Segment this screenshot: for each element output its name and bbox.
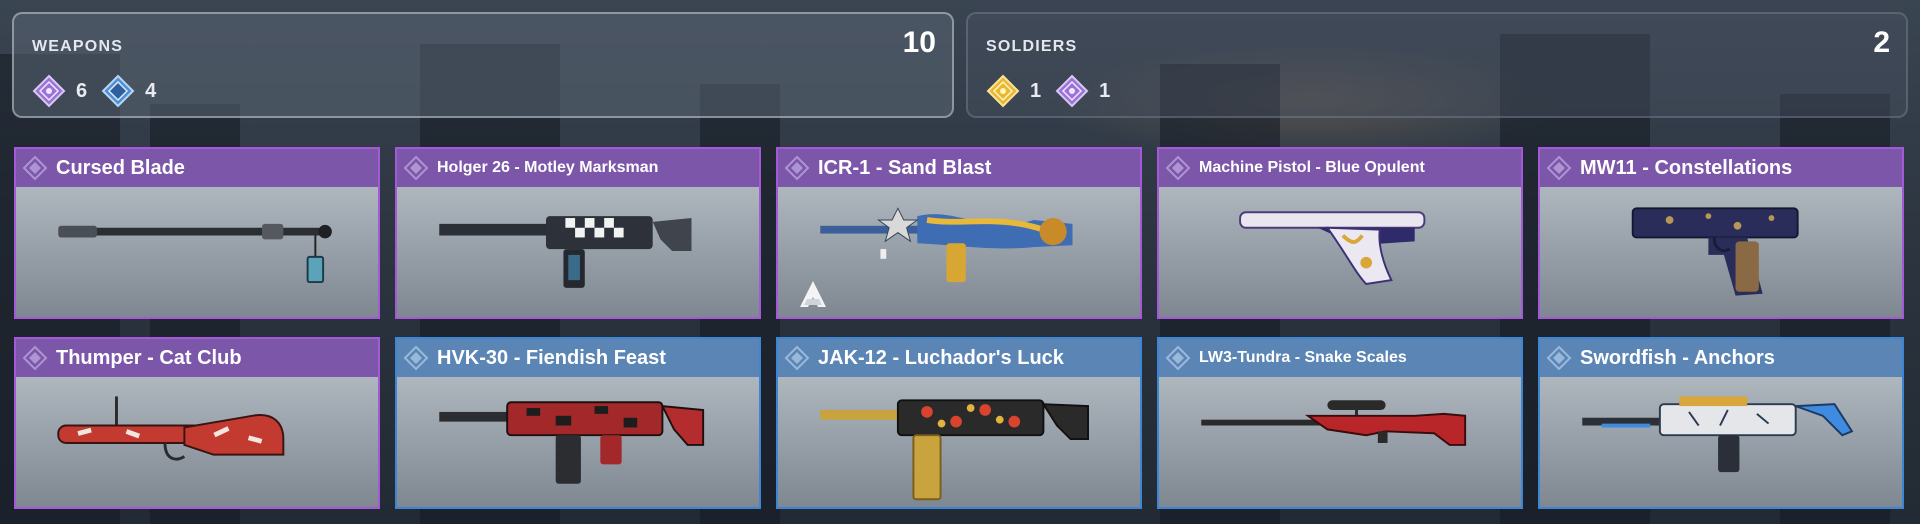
assault-rifle-icon (778, 187, 1140, 317)
weapon-name: Cursed Blade (56, 156, 185, 179)
weapon-card-header: Holger 26 - Motley Marksman (397, 149, 759, 187)
weapon-card[interactable]: Thumper - Cat Club (14, 337, 380, 509)
sniper-rifle-icon (1159, 377, 1521, 507)
rare-rarity-gem-icon (101, 74, 135, 108)
soldiers-summary-panel: SOLDIERS 2 1 1 (966, 12, 1908, 118)
pistol-icon (1540, 187, 1902, 317)
weapons-epic-count-value: 6 (76, 79, 88, 102)
epic-rarity-gem-icon (1546, 155, 1572, 181)
weapon-card-header: Machine Pistol - Blue Opulent (1159, 149, 1521, 187)
epic-rarity-gem-icon (403, 155, 429, 181)
soldiers-epic-count: 1 (1055, 74, 1110, 108)
weapon-name: Thumper - Cat Club (56, 346, 242, 369)
weapons-total-count: 10 (902, 26, 936, 59)
weapons-epic-count: 6 (32, 74, 87, 108)
blueprint-logo-icon (796, 279, 830, 309)
weapons-summary-panel: WEAPONS 10 6 4 (12, 12, 954, 118)
weapon-card[interactable]: HVK-30 - Fiendish Feast (395, 337, 761, 509)
weapon-name: Holger 26 - Motley Marksman (437, 159, 659, 176)
weapon-name: Swordfish - Anchors (1580, 346, 1775, 369)
machine-pistol-icon (1159, 187, 1521, 317)
weapon-card-header: Swordfish - Anchors (1540, 339, 1902, 377)
weapons-summary-label: WEAPONS (32, 38, 124, 55)
weapon-name: Machine Pistol - Blue Opulent (1199, 159, 1425, 176)
weapon-card-header: Cursed Blade (16, 149, 378, 187)
rare-rarity-gem-icon (784, 345, 810, 371)
weapon-card[interactable]: Cursed Blade (14, 147, 380, 319)
weapon-name: ICR-1 - Sand Blast (818, 156, 992, 179)
lmg-icon (397, 187, 759, 317)
epic-rarity-gem-icon (22, 155, 48, 181)
weapon-card-header: HVK-30 - Fiendish Feast (397, 339, 759, 377)
weapon-card-header: ICR-1 - Sand Blast (778, 149, 1140, 187)
weapon-card-header: LW3-Tundra - Snake Scales (1159, 339, 1521, 377)
melee-blade-icon (16, 187, 378, 317)
weapon-card[interactable]: ICR-1 - Sand Blast (776, 147, 1142, 319)
launcher-icon (16, 377, 378, 507)
soldiers-legendary-count-value: 1 (1030, 79, 1042, 102)
weapon-card[interactable]: JAK-12 - Luchador's Luck (776, 337, 1142, 509)
weapon-card[interactable]: Swordfish - Anchors (1538, 337, 1904, 509)
burst-rifle-icon (1540, 377, 1902, 507)
rare-rarity-gem-icon (1546, 345, 1572, 371)
weapon-card[interactable]: LW3-Tundra - Snake Scales (1157, 337, 1523, 509)
soldiers-epic-count-value: 1 (1099, 79, 1111, 102)
epic-rarity-gem-icon (784, 155, 810, 181)
weapon-name: HVK-30 - Fiendish Feast (437, 346, 666, 369)
epic-rarity-gem-icon (32, 74, 66, 108)
weapons-rare-count-value: 4 (145, 79, 157, 102)
shotgun-icon (778, 377, 1140, 507)
weapon-name: LW3-Tundra - Snake Scales (1199, 349, 1407, 366)
weapon-card-header: JAK-12 - Luchador's Luck (778, 339, 1140, 377)
soldiers-legendary-count: 1 (986, 74, 1041, 108)
weapon-card[interactable]: Holger 26 - Motley Marksman (395, 147, 761, 319)
smg-icon (397, 377, 759, 507)
weapon-name: MW11 - Constellations (1580, 156, 1793, 179)
epic-rarity-gem-icon (22, 345, 48, 371)
weapon-card-header: Thumper - Cat Club (16, 339, 378, 377)
soldiers-total-count: 2 (1873, 26, 1890, 59)
weapon-card-header: MW11 - Constellations (1540, 149, 1902, 187)
rare-rarity-gem-icon (403, 345, 429, 371)
epic-rarity-gem-icon (1055, 74, 1089, 108)
weapons-rare-count: 4 (101, 74, 156, 108)
soldiers-summary-label: SOLDIERS (986, 38, 1078, 55)
weapon-name: JAK-12 - Luchador's Luck (818, 346, 1064, 369)
legendary-rarity-gem-icon (986, 74, 1020, 108)
rare-rarity-gem-icon (1165, 345, 1191, 371)
weapon-card[interactable]: Machine Pistol - Blue Opulent (1157, 147, 1523, 319)
weapon-card[interactable]: MW11 - Constellations (1538, 147, 1904, 319)
epic-rarity-gem-icon (1165, 155, 1191, 181)
